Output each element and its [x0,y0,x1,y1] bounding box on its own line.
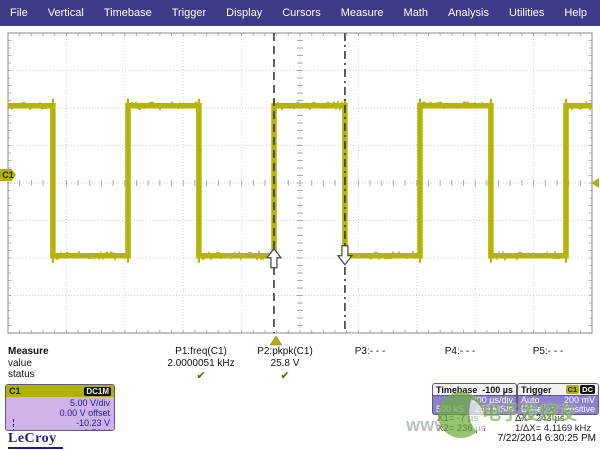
trigger-coupling-badge: DC [580,385,595,394]
trigger-descriptor[interactable]: Trigger C1 DC Auto 200 mV Edge Positive [517,383,599,415]
p1-value: 2.0000051 kHz [156,358,246,369]
measure-table: Measure value status P1:freq(C1) 2.00000… [0,346,600,384]
trigger-position-marker[interactable] [270,336,282,345]
cursor-x1-icon [10,419,17,427]
menu-display[interactable]: Display [216,7,272,19]
menu-math[interactable]: Math [394,7,438,19]
menu-analysis[interactable]: Analysis [438,7,499,19]
lecroy-logo: LeCroy [8,431,63,449]
status-row-label: status [8,369,35,380]
value-row-label: value [8,358,32,369]
p1-status-check: ✔ [156,369,246,382]
p2-status-check: ✔ [240,369,330,382]
menu-help[interactable]: Help [554,7,597,19]
measure-row-label: Measure [8,346,49,357]
trigger-title: Trigger [521,385,552,395]
c1-label: C1 [9,386,21,396]
timebase-title: Timebase [436,385,477,395]
menu-vertical[interactable]: Vertical [38,7,94,19]
waveform-grid [0,0,600,360]
c1-descriptor-body: 5.00 V/div 0.00 V offset -10.23 V -9.70 … [6,397,114,431]
channel-c1-descriptor[interactable]: C1 DC1M 5.00 V/div 0.00 V offset -10.23 … [5,384,115,431]
cursor-readout: X1= -7 µs ΔX= 243 µs X2= 236 µs 1/ΔX= 4.… [437,414,597,434]
c1-cursor1-voltage: -10.23 V [19,418,110,428]
cursor-x2-handle[interactable] [338,246,352,265]
c1-volts-per-div: 5.00 V/div [10,398,110,408]
timebase-delay: -100 µs [482,385,513,395]
menu-cursors[interactable]: Cursors [272,7,331,19]
menu-timebase[interactable]: Timebase [94,7,162,19]
menu-trigger[interactable]: Trigger [162,7,216,19]
trigger-source-badge: C1 [566,385,580,394]
menu-utilities[interactable]: Utilities [499,7,554,19]
c1-offset: 0.00 V offset [10,408,110,418]
menu-file[interactable]: File [0,7,38,19]
cursor-x1-handle[interactable] [267,249,281,268]
trigger-level-arrow[interactable] [591,178,599,188]
p2-value: 25.8 V [240,358,330,369]
sample-rate: 250 MS/s [475,405,513,414]
timebase-descriptor[interactable]: Timebase -100 µs 200 µs/div 500 kS 250 M… [432,383,517,415]
c1-coupling-badge: DC1M [84,387,111,396]
oscilloscope-screen: File Vertical Timebase Trigger Display C… [0,0,600,450]
datetime-display: 7/22/2014 6:30:25 PM [498,433,596,444]
menu-bar: File Vertical Timebase Trigger Display C… [0,0,600,26]
menu-measure[interactable]: Measure [331,7,394,19]
c1-descriptor-header: C1 DC1M [6,385,114,397]
trigger-slope: Positive [563,405,595,414]
